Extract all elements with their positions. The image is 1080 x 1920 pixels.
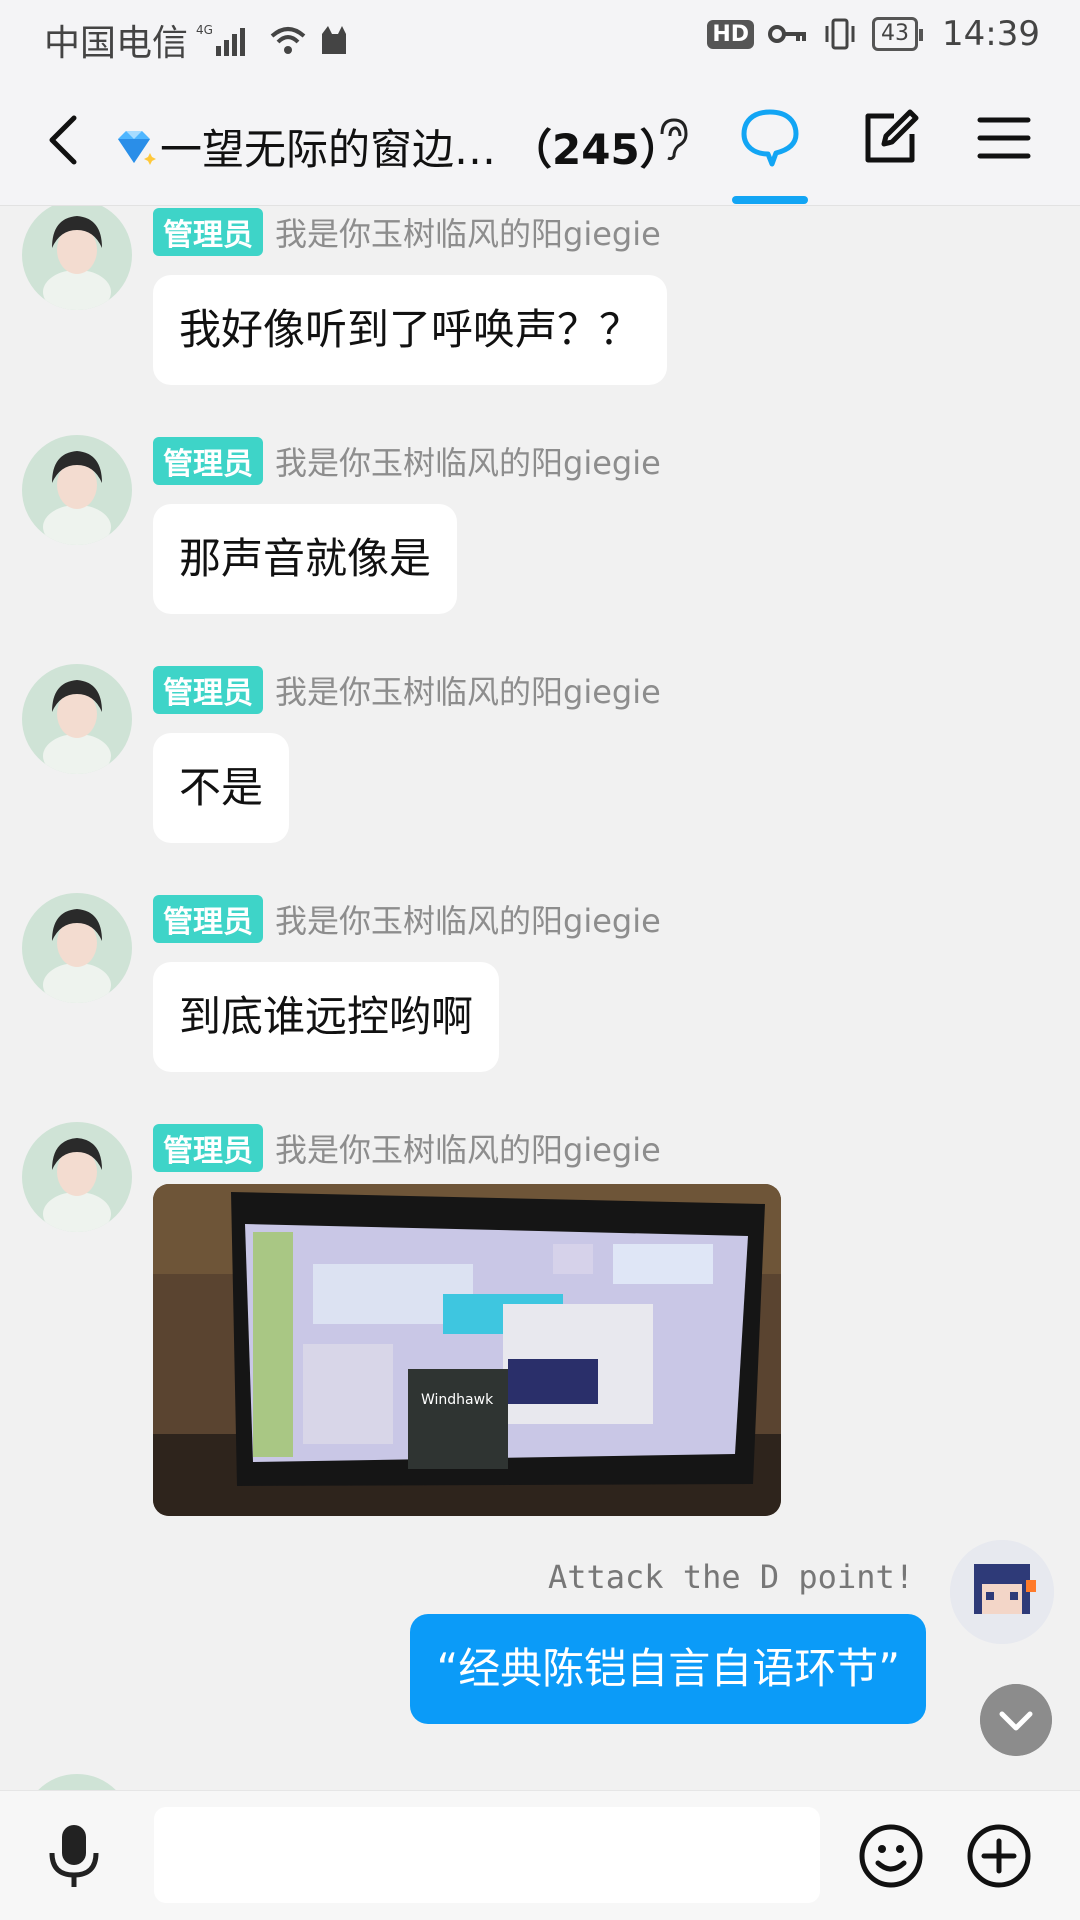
message-bubble[interactable]: 不是 [153,733,290,843]
group-name: 一望无际的窗边… [160,125,497,174]
active-tab-indicator [732,196,808,204]
admin-badge: 管理员 [153,208,263,256]
sender-name[interactable]: 我是你玉树临风的阳giegie [275,667,661,713]
message-bubble[interactable]: 那声音就像是 [153,504,458,614]
carrier-label: 中国电信 [44,23,189,64]
sender-name[interactable]: 我是你玉树临风的阳giegie [275,1125,661,1171]
message-meta: 管理员 我是你玉树临风的阳giegie [153,208,661,256]
diamond-icon [118,130,156,165]
chat-title[interactable]: 一望无际的窗边… （245） [112,116,682,177]
avatar[interactable] [22,206,132,310]
photo-message[interactable]: Windhawk [153,1184,781,1516]
message-meta: 管理员 我是你玉树临风的阳giegie [153,895,661,943]
message-input[interactable] [154,1807,820,1903]
ear-icon[interactable] [652,114,692,164]
avatar[interactable] [22,664,132,774]
scroll-to-bottom-icon[interactable] [980,1684,1052,1756]
photo-screen-text: Windhawk [421,1392,494,1408]
signal-icon: 4G [196,23,246,56]
admin-badge: 管理员 [153,437,263,485]
status-right: HD 43 14:39 [707,14,1040,54]
my-avatar[interactable] [950,1540,1054,1644]
key-icon [768,25,807,43]
message-list[interactable]: 管理员 我是你玉树临风的阳giegie 我好像听到了呼唤声？？ 管理员 我是你玉… [0,206,1080,1790]
message-bubble[interactable]: 到底谁远控哟啊 [153,962,500,1072]
my-sender-name[interactable]: Attack the D point! [548,1558,914,1596]
chat-bubble-icon[interactable] [738,106,802,170]
cat-icon [322,26,347,54]
my-message-bubble[interactable]: “经典陈铠自言自语环节” [410,1614,926,1724]
admin-badge: 管理员 [153,1124,263,1172]
vibrate-icon [825,18,855,50]
message-bubble[interactable]: 我好像听到了呼唤声？？ [153,275,668,385]
sender-name[interactable]: 我是你玉树临风的阳giegie [275,896,661,942]
message-meta: 管理员 我是你玉树临风的阳giegie [153,666,661,714]
admin-badge: 管理员 [153,895,263,943]
emoji-icon[interactable] [858,1823,924,1889]
sender-name[interactable]: 我是你玉树临风的阳giegie [275,209,661,255]
microphone-icon[interactable] [44,1821,104,1891]
message-meta: 管理员 我是你玉树临风的阳giegie [153,437,661,485]
wifi-icon [270,27,306,54]
status-bar: 中国电信 4G HD 43 14:39 [0,0,1080,76]
back-arrow-icon[interactable] [36,110,96,170]
menu-icon[interactable] [972,106,1036,170]
edit-icon[interactable] [858,106,922,170]
avatar[interactable] [22,1774,132,1790]
network-type: 4G [196,23,213,37]
message-meta: 管理员 我是你玉树临风的阳giegie [153,1124,661,1172]
status-left: 中国电信 4G [44,14,352,66]
hd-badge: HD [707,19,755,49]
avatar[interactable] [22,435,132,545]
clock: 14:39 [942,14,1040,54]
add-icon[interactable] [966,1823,1032,1889]
input-bar [0,1790,1080,1920]
battery-indicator: 43 [872,17,924,51]
admin-badge: 管理员 [153,666,263,714]
sender-name[interactable]: 我是你玉树临风的阳giegie [275,438,661,484]
avatar[interactable] [22,893,132,1003]
avatar[interactable] [22,1122,132,1232]
chat-header: 一望无际的窗边… （245） [0,76,1080,206]
